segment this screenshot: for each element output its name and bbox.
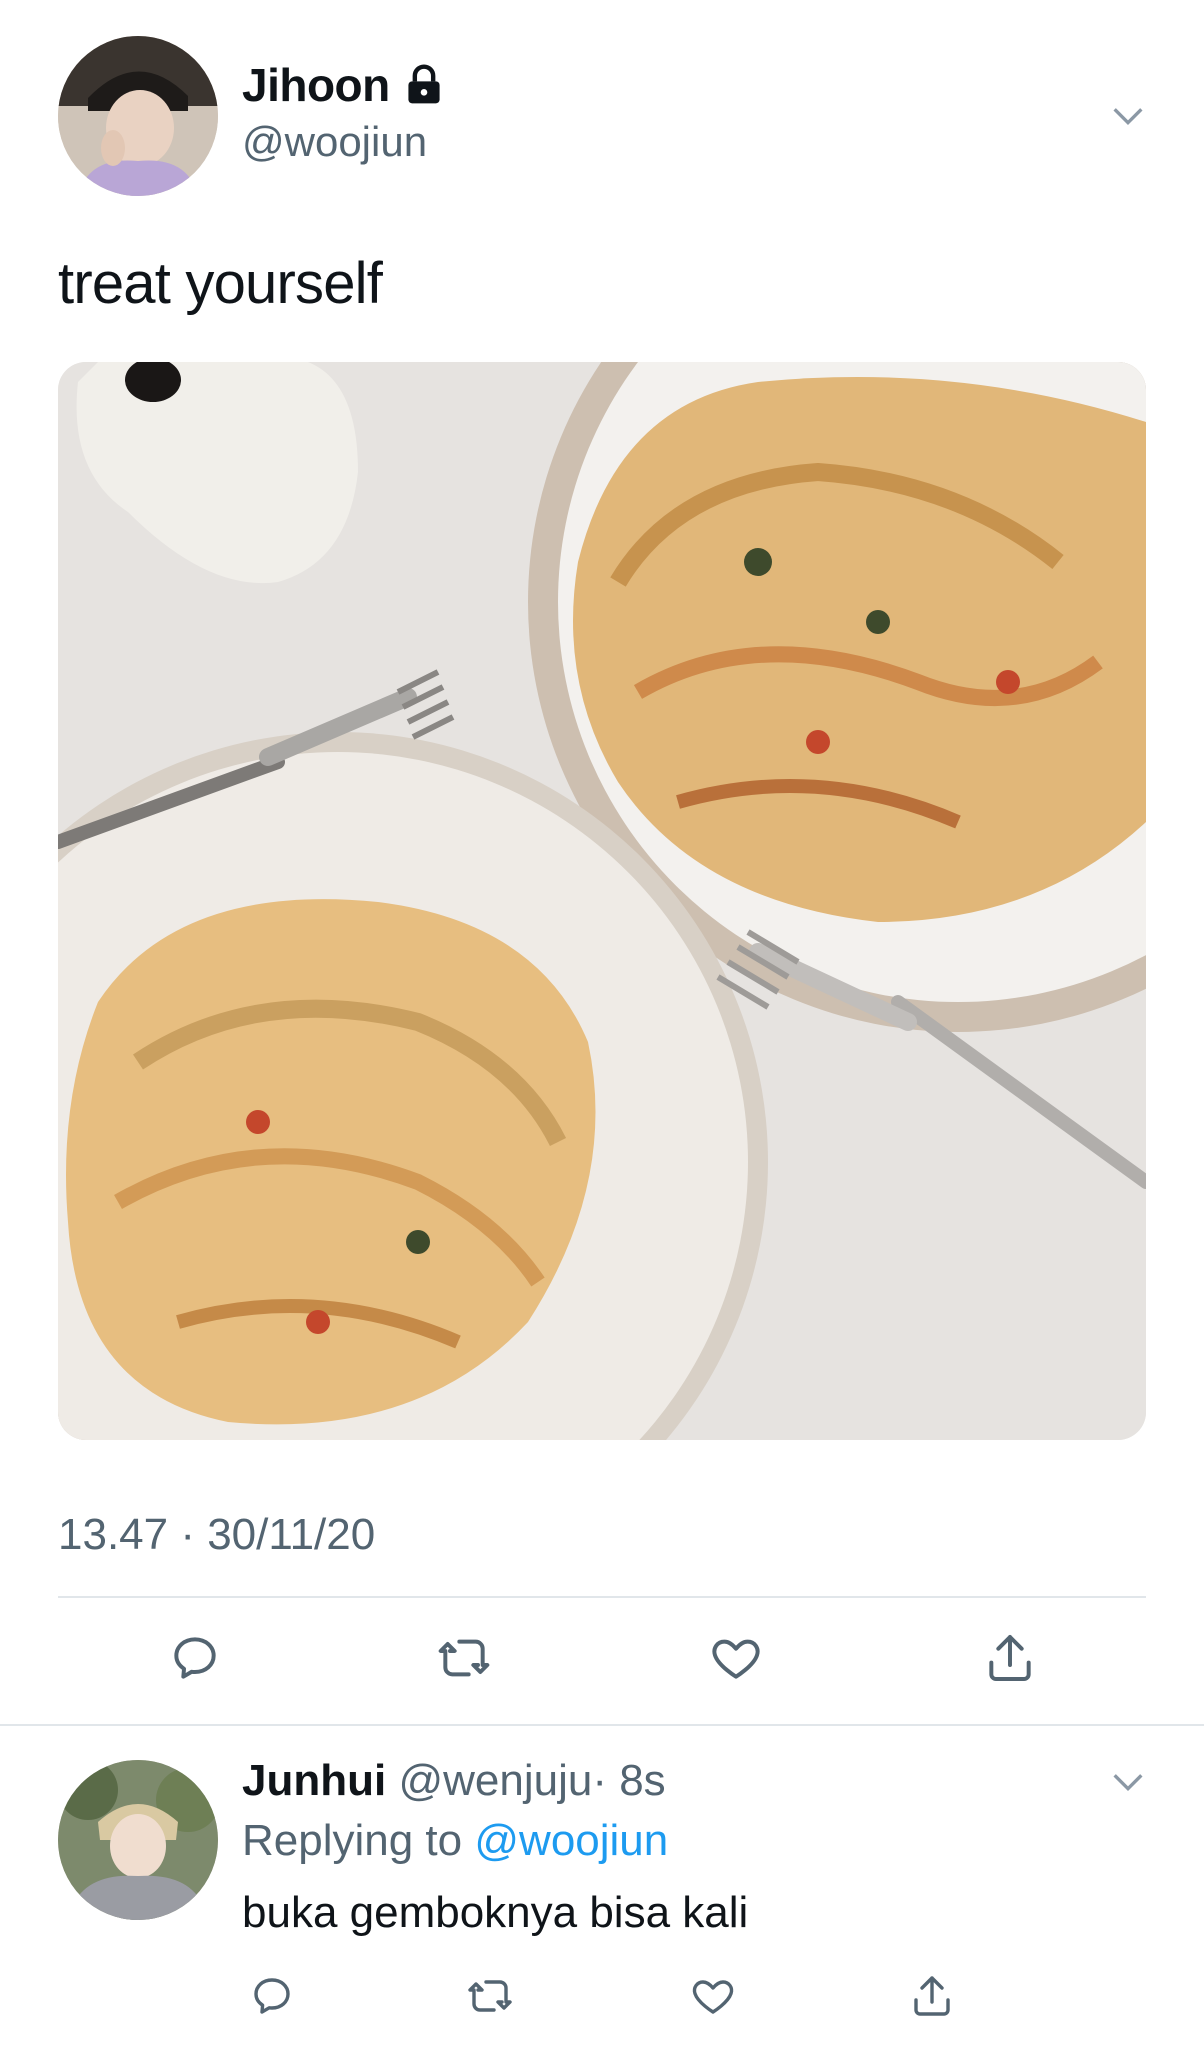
replying-to: Replying to @woojiun <box>242 1816 668 1866</box>
chevron-down-icon[interactable] <box>1108 1762 1148 1802</box>
reply-time[interactable]: · 8s <box>592 1756 665 1805</box>
author-avatar[interactable] <box>58 36 218 196</box>
author-handle[interactable]: @woojiun <box>242 118 427 166</box>
share-icon <box>989 1635 1031 1681</box>
author-display-name[interactable]: Jihoon <box>242 58 390 112</box>
reply-author-name[interactable]: Junhui <box>242 1756 386 1805</box>
reply-button[interactable] <box>163 1626 227 1690</box>
divider <box>58 1596 1146 1598</box>
reply-icon <box>174 1637 216 1679</box>
reply-reply-button[interactable] <box>246 1970 298 2022</box>
tweet-text: treat yourself <box>58 251 383 316</box>
heart-icon <box>712 1639 760 1679</box>
replying-prefix: Replying to <box>242 1816 463 1865</box>
reply-like-button[interactable] <box>687 1970 739 2022</box>
tweet-photo[interactable] <box>58 362 1146 1440</box>
retweet-icon <box>438 1639 490 1677</box>
main-tweet: Jihoon @woojiun treat yourself 13.47 · 3… <box>0 0 1204 1725</box>
author-name[interactable]: Jihoon <box>242 58 446 112</box>
reply-text: buka gemboknya bisa kali <box>242 1888 749 1937</box>
lock-icon <box>408 64 440 104</box>
retweet-button[interactable] <box>432 1626 496 1690</box>
retweet-icon <box>468 1980 512 2012</box>
reply-author-handle[interactable]: @wenjuju <box>398 1756 592 1805</box>
like-button[interactable] <box>704 1626 768 1690</box>
reply-retweet-button[interactable] <box>464 1970 516 2022</box>
divider <box>0 1724 1204 1726</box>
reply-header: Junhui @wenjuju· 8s <box>242 1756 666 1806</box>
reply-share-button[interactable] <box>906 1970 958 2022</box>
share-button[interactable] <box>978 1626 1042 1690</box>
heart-icon <box>692 1980 734 2014</box>
reply-author-avatar[interactable] <box>58 1760 218 1920</box>
share-icon <box>914 1976 950 2016</box>
chevron-down-icon[interactable] <box>1108 96 1148 136</box>
reply-icon <box>254 1978 290 2014</box>
tweet-timestamp[interactable]: 13.47 · 30/11/20 <box>58 1510 375 1560</box>
replying-mention[interactable]: @woojiun <box>474 1816 668 1865</box>
